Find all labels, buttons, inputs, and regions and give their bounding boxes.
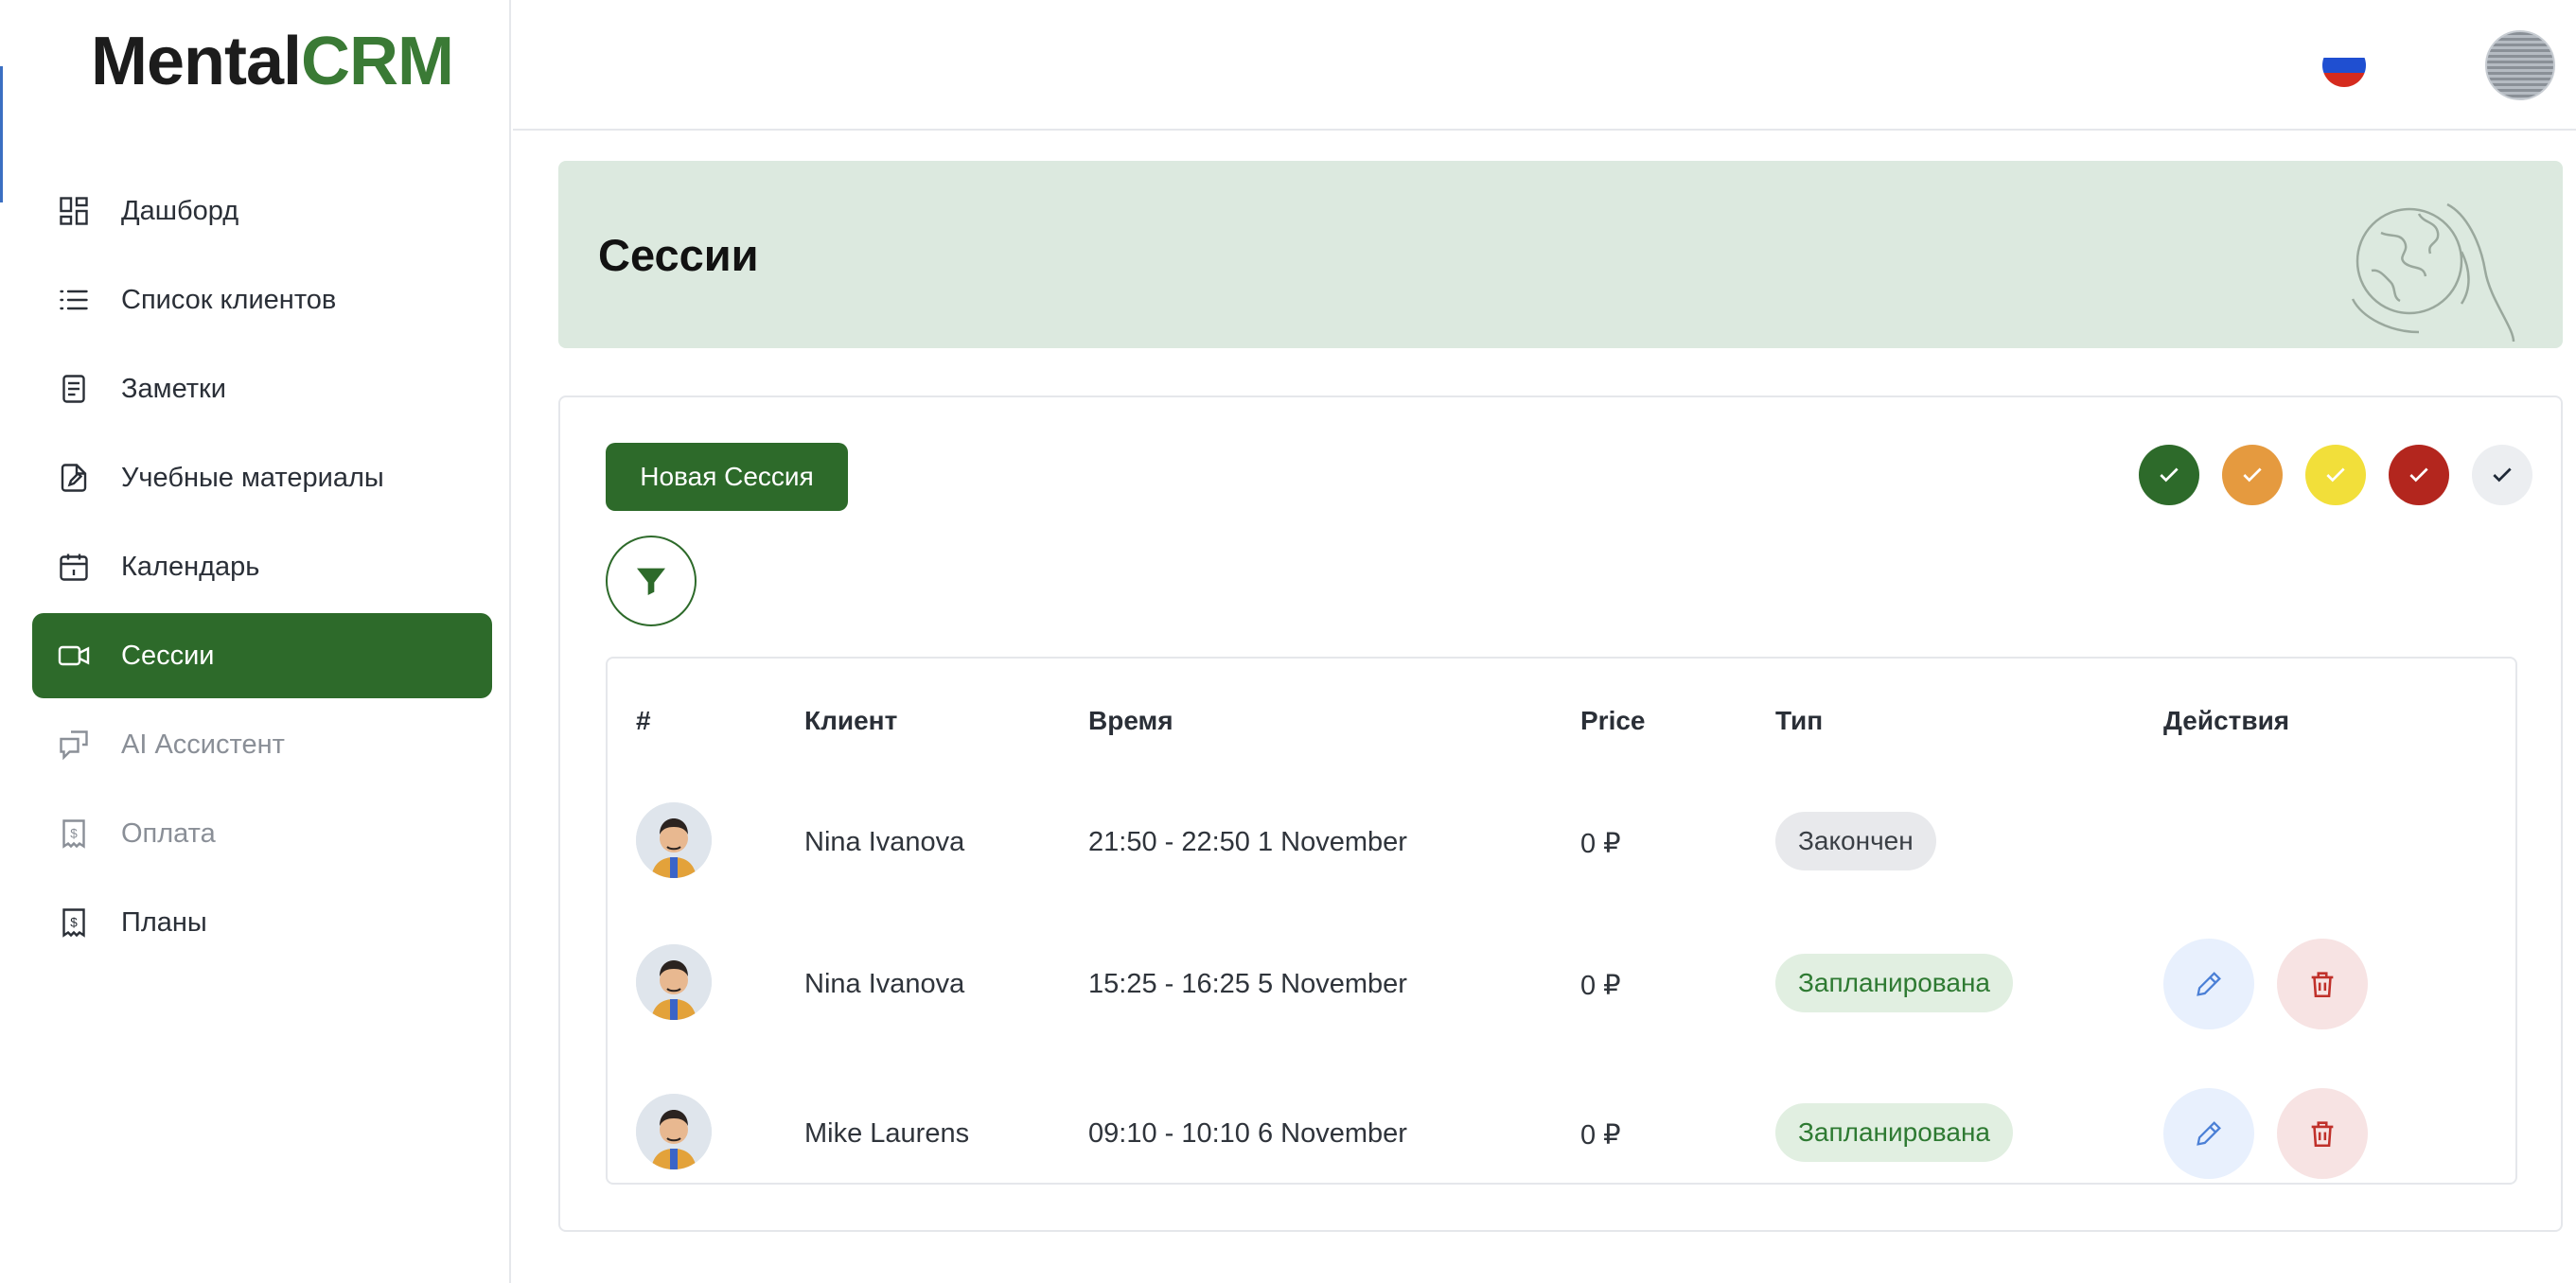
column-header-price[interactable]: Price	[1580, 706, 1646, 736]
sidebar-item-calendar[interactable]: Календарь	[32, 524, 492, 609]
calendar-icon	[60, 554, 88, 581]
trash-icon	[2311, 972, 2334, 998]
sidebar-item-clients[interactable]: Список клиентов	[32, 257, 492, 343]
delete-button[interactable]	[2277, 1088, 2368, 1179]
session-time: 09:10 - 10:10 6 November	[1088, 1118, 1407, 1149]
svg-text:$: $	[70, 916, 78, 930]
status-filter-gray[interactable]	[2472, 445, 2532, 505]
sidebar-item-plans[interactable]: $ Планы	[32, 880, 492, 965]
check-icon	[2493, 467, 2512, 483]
person-avatar-icon	[636, 802, 712, 878]
sidebar-item-label: Список клиентов	[121, 284, 337, 315]
person-avatar-icon	[636, 944, 712, 1020]
chat-icon	[60, 730, 88, 761]
client-name[interactable]: Nina Ivanova	[804, 827, 964, 858]
sidebar-item-label: Сессии	[121, 640, 215, 671]
receipt-icon: $	[62, 908, 85, 938]
filter-icon	[637, 568, 665, 595]
client-avatar	[636, 1094, 712, 1169]
client-name[interactable]: Mike Laurens	[804, 1118, 969, 1150]
session-time: 15:25 - 16:25 5 November	[1088, 969, 1407, 999]
pencil-icon	[2197, 1121, 2221, 1146]
notes-icon	[62, 375, 85, 403]
sidebar-item-label: Планы	[121, 906, 207, 938]
brand-logo-part1: Mental	[91, 24, 302, 99]
check-icon	[2160, 467, 2179, 483]
status-badge: Запланирована	[1775, 954, 2013, 1012]
sidebar-item-dashboard[interactable]: Дашборд	[32, 168, 492, 254]
sidebar-item-materials[interactable]: Учебные материалы	[32, 435, 492, 520]
session-price: 0 ₽	[1580, 1120, 1621, 1151]
page-banner: Сессии	[558, 161, 2563, 348]
table-row[interactable]: Nina Ivanova 21:50 - 22:50 1 November 0 …	[608, 772, 2515, 914]
svg-text:$: $	[70, 827, 78, 841]
sessions-card: Новая Сессия # Клиент Время Price Тип Де…	[558, 395, 2563, 1232]
sidebar-nav: Дашборд Список клиентов Заметки Учебные …	[32, 168, 492, 969]
status-badge: Закончен	[1775, 812, 1936, 870]
user-avatar[interactable]	[2485, 30, 2555, 100]
globe-hands-illustration-icon	[2351, 202, 2515, 343]
delete-button[interactable]	[2277, 939, 2368, 1029]
list-icon	[60, 290, 88, 310]
client-avatar	[636, 944, 712, 1020]
new-session-button[interactable]: Новая Сессия	[606, 443, 848, 511]
sidebar-edge-indicator	[0, 66, 3, 202]
filter-button[interactable]	[606, 536, 697, 626]
sidebar-item-label: Заметки	[121, 373, 226, 404]
edit-button[interactable]	[2163, 1088, 2254, 1179]
client-avatar	[636, 802, 712, 878]
sidebar-item-label: Оплата	[121, 817, 216, 849]
document-edit-icon	[61, 464, 87, 492]
status-color-filters	[2139, 445, 2532, 505]
sidebar-item-label: Дашборд	[121, 195, 239, 226]
edit-button[interactable]	[2163, 939, 2254, 1029]
status-filter-red[interactable]	[2389, 445, 2449, 505]
sidebar-item-sessions[interactable]: Сессии	[32, 613, 492, 698]
page-title: Сессии	[598, 230, 759, 280]
status-filter-orange[interactable]	[2222, 445, 2283, 505]
table-row[interactable]: Nina Ivanova 15:25 - 16:25 5 November 0 …	[608, 914, 2515, 1056]
video-icon	[58, 645, 90, 666]
column-header-actions: Действия	[2163, 706, 2290, 735]
sidebar: MentalCRM Дашборд Список клиентов Заметк…	[0, 0, 511, 1283]
person-avatar-icon	[636, 1094, 712, 1169]
sidebar-item-label: Учебные материалы	[121, 462, 384, 493]
check-icon	[2326, 467, 2345, 483]
session-price: 0 ₽	[1580, 971, 1621, 1001]
table-row[interactable]: Mike Laurens 09:10 - 10:10 6 November 0 …	[608, 1063, 2515, 1205]
brand-logo[interactable]: MentalCRM	[91, 19, 454, 104]
dashboard-icon	[60, 197, 88, 225]
column-header-type[interactable]: Тип	[1775, 706, 1823, 736]
client-name[interactable]: Nina Ivanova	[804, 969, 964, 1000]
session-time: 21:50 - 22:50 1 November	[1088, 827, 1407, 857]
check-icon	[2409, 467, 2428, 483]
brand-logo-part2: CRM	[301, 24, 454, 99]
language-flag-icon[interactable]	[2322, 44, 2366, 87]
top-header	[513, 0, 2576, 131]
sidebar-item-notes[interactable]: Заметки	[32, 346, 492, 431]
sidebar-item-ai-assistant[interactable]: AI Ассистент	[32, 702, 492, 787]
column-header-number: #	[636, 706, 651, 735]
column-header-client[interactable]: Клиент	[804, 706, 897, 736]
sidebar-item-label: Календарь	[121, 551, 260, 582]
sidebar-item-label: AI Ассистент	[121, 729, 285, 760]
sessions-table: # Клиент Время Price Тип Действия Nina I…	[606, 657, 2517, 1185]
check-icon	[2243, 467, 2262, 483]
trash-icon	[2311, 1121, 2334, 1148]
status-filter-green[interactable]	[2139, 445, 2199, 505]
status-badge: Запланирована	[1775, 1103, 2013, 1162]
status-filter-yellow[interactable]	[2305, 445, 2366, 505]
session-price: 0 ₽	[1580, 829, 1621, 859]
pencil-icon	[2197, 972, 2221, 996]
column-header-time[interactable]: Время	[1088, 706, 1173, 736]
sidebar-item-payment[interactable]: $ Оплата	[32, 791, 492, 876]
receipt-icon: $	[62, 819, 85, 849]
